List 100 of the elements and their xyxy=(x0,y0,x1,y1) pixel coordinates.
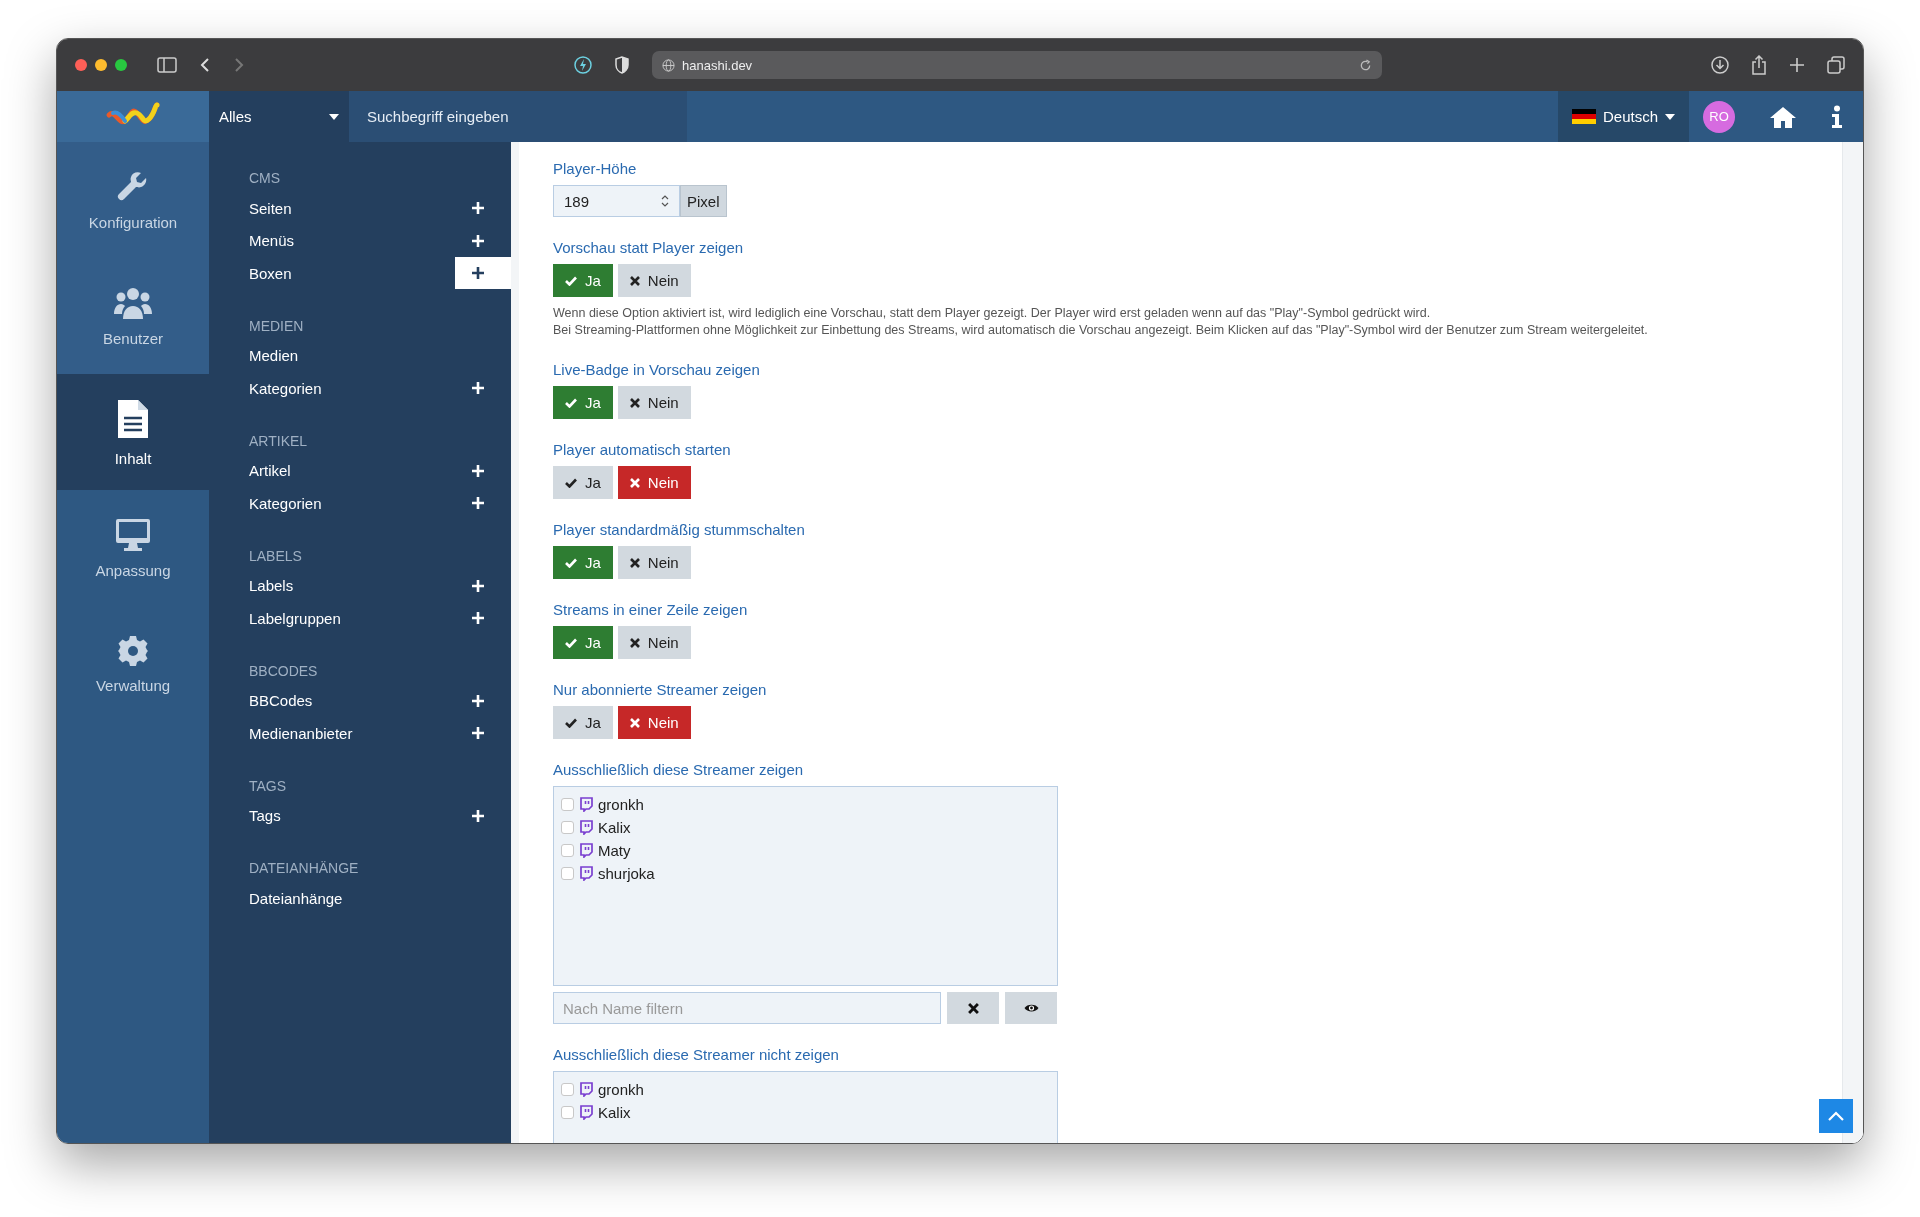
streamer-name: Kalix xyxy=(598,1103,631,1121)
nav-section-heading: MEDIEN xyxy=(248,316,305,336)
close-window-button[interactable] xyxy=(75,59,87,71)
yes-button[interactable]: Ja xyxy=(553,264,613,297)
lightning-icon[interactable] xyxy=(574,56,592,74)
clear-filter-button[interactable] xyxy=(947,992,999,1024)
no-button[interactable]: Nein xyxy=(617,264,691,297)
yes-button[interactable]: Ja xyxy=(553,546,613,579)
nav-link[interactable]: Seiten xyxy=(209,199,455,217)
url-text: hanashi.dev xyxy=(682,57,753,73)
back-icon[interactable] xyxy=(199,57,211,73)
setting-label: Vorschau statt Player zeigen xyxy=(553,239,745,256)
nav-link[interactable]: Tags xyxy=(209,807,455,825)
search-scope-dropdown[interactable]: Alles xyxy=(209,91,349,142)
help-text: Bei Streaming-Plattformen ohne Möglichkeit zur Einbettung des Streams, wird automatisch die Vorschau angezeigt. Beim Klicken auf das "Play"-Symbol wird der Benutzer zum Stream weitergeleitet. xyxy=(553,322,1649,339)
shield-icon[interactable] xyxy=(614,56,630,74)
chat-bubble-icon xyxy=(579,819,593,835)
download-icon[interactable] xyxy=(1711,56,1729,74)
number-field[interactable]: 189 xyxy=(553,185,680,217)
checkbox[interactable] xyxy=(561,866,574,880)
close-icon xyxy=(967,1002,979,1014)
scrollbar-track[interactable] xyxy=(1842,142,1863,1143)
close-icon xyxy=(629,397,640,408)
yes-button[interactable]: Ja xyxy=(553,386,613,419)
unit-label: Pixel xyxy=(680,185,727,217)
monitor-icon xyxy=(114,517,152,552)
streamer-name: gronkh xyxy=(598,1080,644,1098)
reload-icon[interactable] xyxy=(1359,58,1372,72)
yes-button[interactable]: Ja xyxy=(553,706,613,739)
nav-link[interactable]: Kategorien xyxy=(209,379,455,397)
nav-section-heading: LABELS xyxy=(248,546,303,566)
nav-link[interactable]: Artikel xyxy=(209,462,455,480)
search-field[interactable]: Suchbegriff eingeben xyxy=(349,91,687,142)
plus-icon xyxy=(472,464,484,477)
nav-link[interactable]: Kategorien xyxy=(209,494,455,512)
plus-icon xyxy=(472,497,484,510)
chat-bubble-icon xyxy=(579,796,593,812)
sidebar-item[interactable]: Benutzer xyxy=(57,258,209,374)
plus-icon xyxy=(472,727,484,740)
close-icon xyxy=(629,557,640,568)
nav-link[interactable]: Labelgruppen xyxy=(209,609,455,627)
sidebar-label: Inhalt xyxy=(114,449,152,467)
check-icon xyxy=(565,637,577,648)
maximize-window-button[interactable] xyxy=(115,59,127,71)
checkbox[interactable] xyxy=(561,843,574,857)
check-icon xyxy=(565,557,577,568)
close-icon xyxy=(629,717,640,728)
sidebar-item[interactable]: Anpassung xyxy=(57,490,209,606)
sidebar-item[interactable]: Inhalt xyxy=(57,374,209,490)
flag-icon xyxy=(1571,109,1596,124)
language-dropdown[interactable]: Deutsch xyxy=(1557,91,1689,142)
plus-icon[interactable] xyxy=(1789,57,1805,73)
spinner-icon[interactable] xyxy=(661,194,669,208)
yes-button[interactable]: Ja xyxy=(553,626,613,659)
plus-icon xyxy=(472,612,484,625)
home-icon[interactable] xyxy=(1769,104,1797,129)
nav-link[interactable]: Medien xyxy=(209,347,511,365)
checkbox[interactable] xyxy=(561,797,574,811)
sidebar-toggle-icon[interactable] xyxy=(157,57,177,73)
plus-icon xyxy=(472,809,484,822)
address-bar[interactable]: hanashi.dev xyxy=(652,51,1382,79)
eye-icon xyxy=(1023,1003,1039,1013)
tabs-overview-icon[interactable] xyxy=(1827,56,1845,74)
close-icon xyxy=(629,477,640,488)
minimize-window-button[interactable] xyxy=(95,59,107,71)
yes-button[interactable]: Ja xyxy=(553,466,613,499)
plus-icon xyxy=(472,267,484,280)
nav-link[interactable]: BBCodes xyxy=(209,692,455,710)
no-button[interactable]: Nein xyxy=(617,706,691,739)
close-icon xyxy=(629,637,640,648)
sidebar-item[interactable]: Verwaltung xyxy=(57,606,209,722)
sidebar-item[interactable]: Konfiguration xyxy=(57,142,209,258)
scroll-to-top-button[interactable] xyxy=(1819,1099,1853,1133)
nav-link[interactable]: Menüs xyxy=(209,232,455,250)
share-icon[interactable] xyxy=(1751,55,1767,75)
nav-link[interactable]: Labels xyxy=(209,577,455,595)
chevron-up-icon xyxy=(1828,1111,1844,1121)
checkbox[interactable] xyxy=(561,820,574,834)
show-selected-button[interactable] xyxy=(1005,992,1057,1024)
nav-link[interactable]: Boxen xyxy=(209,264,455,282)
checkbox[interactable] xyxy=(561,1105,574,1119)
nav-link[interactable]: Medienanbieter xyxy=(209,724,455,742)
plus-icon xyxy=(472,694,484,707)
forward-icon[interactable] xyxy=(233,57,245,73)
nav-link[interactable]: Dateianhänge xyxy=(209,889,511,907)
nav-section-heading: CMS xyxy=(248,169,282,188)
chat-bubble-icon xyxy=(579,865,593,881)
check-icon xyxy=(565,477,577,488)
add-button[interactable] xyxy=(455,257,511,290)
setting-label: Ausschließlich diese Streamer nicht zeigen xyxy=(553,1046,840,1063)
no-button[interactable]: Nein xyxy=(617,386,691,419)
no-button[interactable]: Nein xyxy=(617,546,691,579)
check-icon xyxy=(565,397,577,408)
chat-bubble-icon xyxy=(579,842,593,858)
no-button[interactable]: Nein xyxy=(617,626,691,659)
no-button[interactable]: Nein xyxy=(617,466,691,499)
info-icon[interactable] xyxy=(1831,104,1843,129)
caret-icon xyxy=(329,113,339,120)
filter-field[interactable]: Nach Name filtern xyxy=(553,992,941,1024)
checkbox[interactable] xyxy=(561,1082,574,1096)
